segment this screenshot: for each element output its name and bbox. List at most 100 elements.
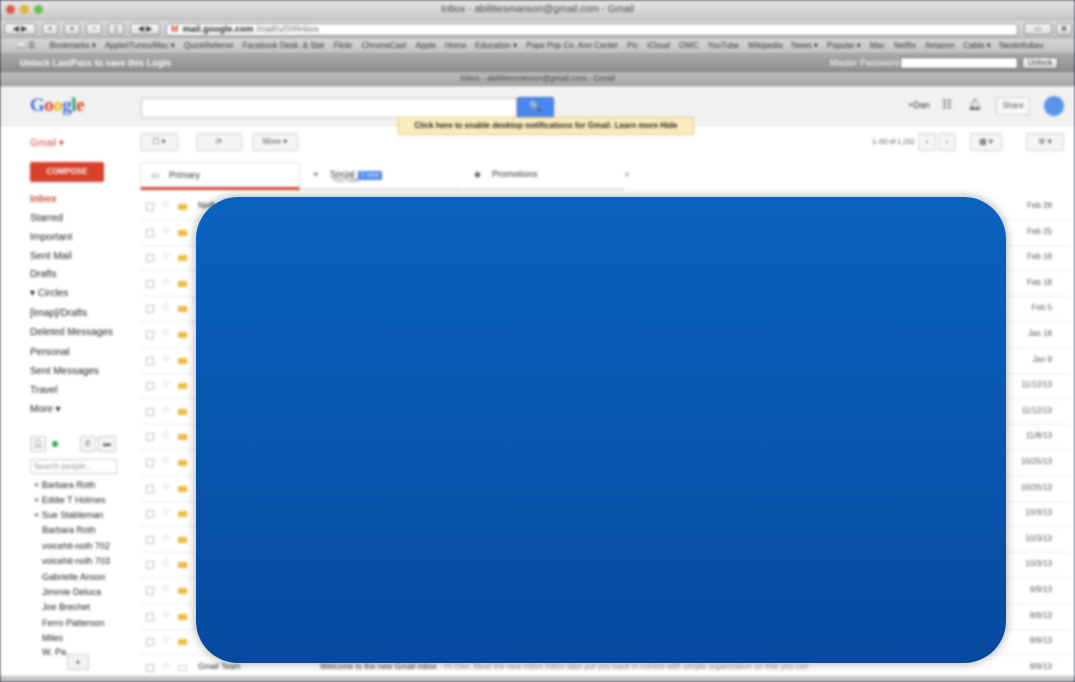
row-checkbox[interactable] [146,203,154,211]
search-input[interactable] [141,98,517,118]
bookmark-item[interactable]: Mac [870,38,885,53]
bookmark-item[interactable]: Nextinfo&eu [1000,38,1044,53]
bookmarks-book-icon[interactable]: 📖 ☰ [16,38,35,53]
row-checkbox[interactable] [146,612,154,621]
share-button[interactable]: Share [996,97,1030,115]
refresh-button[interactable]: ⟳ [196,133,242,151]
more-button[interactable]: More ▾ [252,133,298,151]
settings-gear-button[interactable]: ⚙ ▾ [1026,133,1064,151]
row-checkbox[interactable] [146,407,154,416]
star-icon[interactable]: ☆ [161,403,171,416]
google-logo[interactable]: Google [30,95,84,117]
importance-marker-icon[interactable] [178,664,187,671]
bookmark-item[interactable]: ChromeCast [362,38,407,53]
row-checkbox[interactable] [146,561,154,570]
chat-contact[interactable]: + Eddie T Holmes [34,495,105,505]
person-icon[interactable]: 👤︎ [30,436,46,452]
importance-marker-icon[interactable] [178,485,187,492]
close-window-icon[interactable] [6,5,15,14]
star-icon[interactable]: ☆ [161,659,171,672]
row-checkbox[interactable] [146,587,154,595]
importance-marker-icon[interactable] [178,408,187,415]
sidebar-item[interactable]: Inbox [30,194,57,205]
row-checkbox[interactable] [146,382,154,391]
bookmark-item[interactable]: Pic [627,38,638,53]
star-icon[interactable]: ☆ [161,352,171,365]
share-icon[interactable]: ↑ [86,23,102,35]
row-checkbox[interactable] [146,459,154,467]
bookmark-item[interactable]: Apple/iTunes/Mac ▾ [105,38,175,53]
chat-contact[interactable]: Joe Brechet [42,602,90,612]
chat-contact[interactable]: + Sue Stableman [34,510,103,520]
row-checkbox[interactable] [146,535,154,544]
bookmark-item[interactable]: Amazon [925,38,954,53]
chat-contact[interactable]: Miles [42,633,63,643]
importance-marker-icon[interactable] [178,357,187,364]
bookmark-item[interactable]: Wikipedia [748,38,783,53]
master-password-input[interactable] [900,57,1018,69]
browser-tab[interactable]: Inbox - abilitiesmanson@gmail.com - Gmai… [0,72,1075,86]
sidebar-item[interactable]: Important [30,232,72,243]
extension-button[interactable]: ▭ [1024,23,1052,35]
avatar[interactable] [1044,96,1064,116]
phone-icon[interactable]: ✆ [80,436,96,452]
chat-contact[interactable]: + Barbara Roth [34,480,95,490]
apps-grid-icon[interactable]: ☷ [942,98,952,111]
status-online-icon[interactable] [52,441,58,447]
download-icon[interactable]: ⊕ [1056,23,1072,35]
gmail-menu-button[interactable]: Gmail ▾ [30,138,64,149]
older-button[interactable]: ‹ [918,133,936,151]
row-checkbox[interactable] [146,356,154,365]
newer-button[interactable]: › [938,133,956,151]
video-icon[interactable]: ▬ [98,436,116,452]
row-checkbox[interactable] [146,305,154,314]
bookmark-icon[interactable]: ▯ [108,23,124,35]
bookmark-item[interactable]: Facebook Desk. & Stat [243,38,325,53]
row-checkbox[interactable] [146,510,154,519]
chat-contact[interactable]: Barbara Roth [42,525,96,535]
row-checkbox[interactable] [146,638,154,647]
minimize-window-icon[interactable] [20,5,29,14]
sidebar-item[interactable]: Sent Messages [30,366,99,377]
row-checkbox[interactable] [146,279,154,288]
sidebar-item[interactable]: Starred [30,213,63,224]
bookmark-item[interactable]: Bookmarks ▾ [50,38,96,53]
bookmark-item[interactable]: Pope Pop Co. Ann Center [526,38,618,53]
star-icon[interactable]: ☆ [161,582,171,595]
bookmark-item[interactable]: YouTube [708,38,739,53]
bookmark-item[interactable]: Flickr [333,38,352,53]
sidebar-item[interactable]: ▾ Circles [30,288,68,299]
bookmark-item[interactable]: Education ▾ [475,38,517,53]
history-button[interactable]: ◀ ▶ [130,23,160,35]
importance-marker-icon[interactable] [178,511,187,518]
star-icon[interactable]: ☆ [161,198,171,211]
chat-contact[interactable]: voicehit-nolh 702 [42,541,110,551]
select-checkbox-button[interactable]: ☐ ▾ [140,133,178,151]
star-icon[interactable]: ☆ [161,249,171,262]
bookmark-item[interactable]: QuickReferrer [184,38,234,53]
sidebar-item[interactable]: Deleted Messages [30,327,113,338]
star-icon[interactable]: ☆ [161,300,171,313]
star-icon[interactable]: ☆ [161,275,171,288]
input-tools-button[interactable]: ▦ ▾ [970,133,1002,151]
sidebar-item[interactable]: Drafts [30,269,57,280]
new-tab-icon[interactable]: + [42,23,58,35]
importance-marker-icon[interactable] [178,613,187,620]
plus-user-link[interactable]: +Dan [908,100,930,110]
chat-contact[interactable]: Ferro Patterson [42,618,105,628]
star-icon[interactable]: ☆ [161,326,171,339]
star-icon[interactable]: ☆ [161,505,171,518]
bookmark-item[interactable]: Cable ▾ [963,38,990,53]
importance-marker-icon[interactable] [178,383,187,390]
chat-bubble-icon[interactable]: ▪ [67,654,89,670]
star-icon[interactable]: ☆ [161,531,171,544]
importance-marker-icon[interactable] [178,229,187,236]
importance-marker-icon[interactable] [178,588,187,594]
importance-marker-icon[interactable] [178,434,187,441]
row-checkbox[interactable] [146,331,154,339]
row-checkbox[interactable] [146,254,154,263]
sidebar-item[interactable]: Travel [30,385,57,396]
sidebar-item[interactable]: More ▾ [30,404,61,415]
row-checkbox[interactable] [146,663,154,672]
sidebar-item[interactable]: Personal [30,347,69,358]
